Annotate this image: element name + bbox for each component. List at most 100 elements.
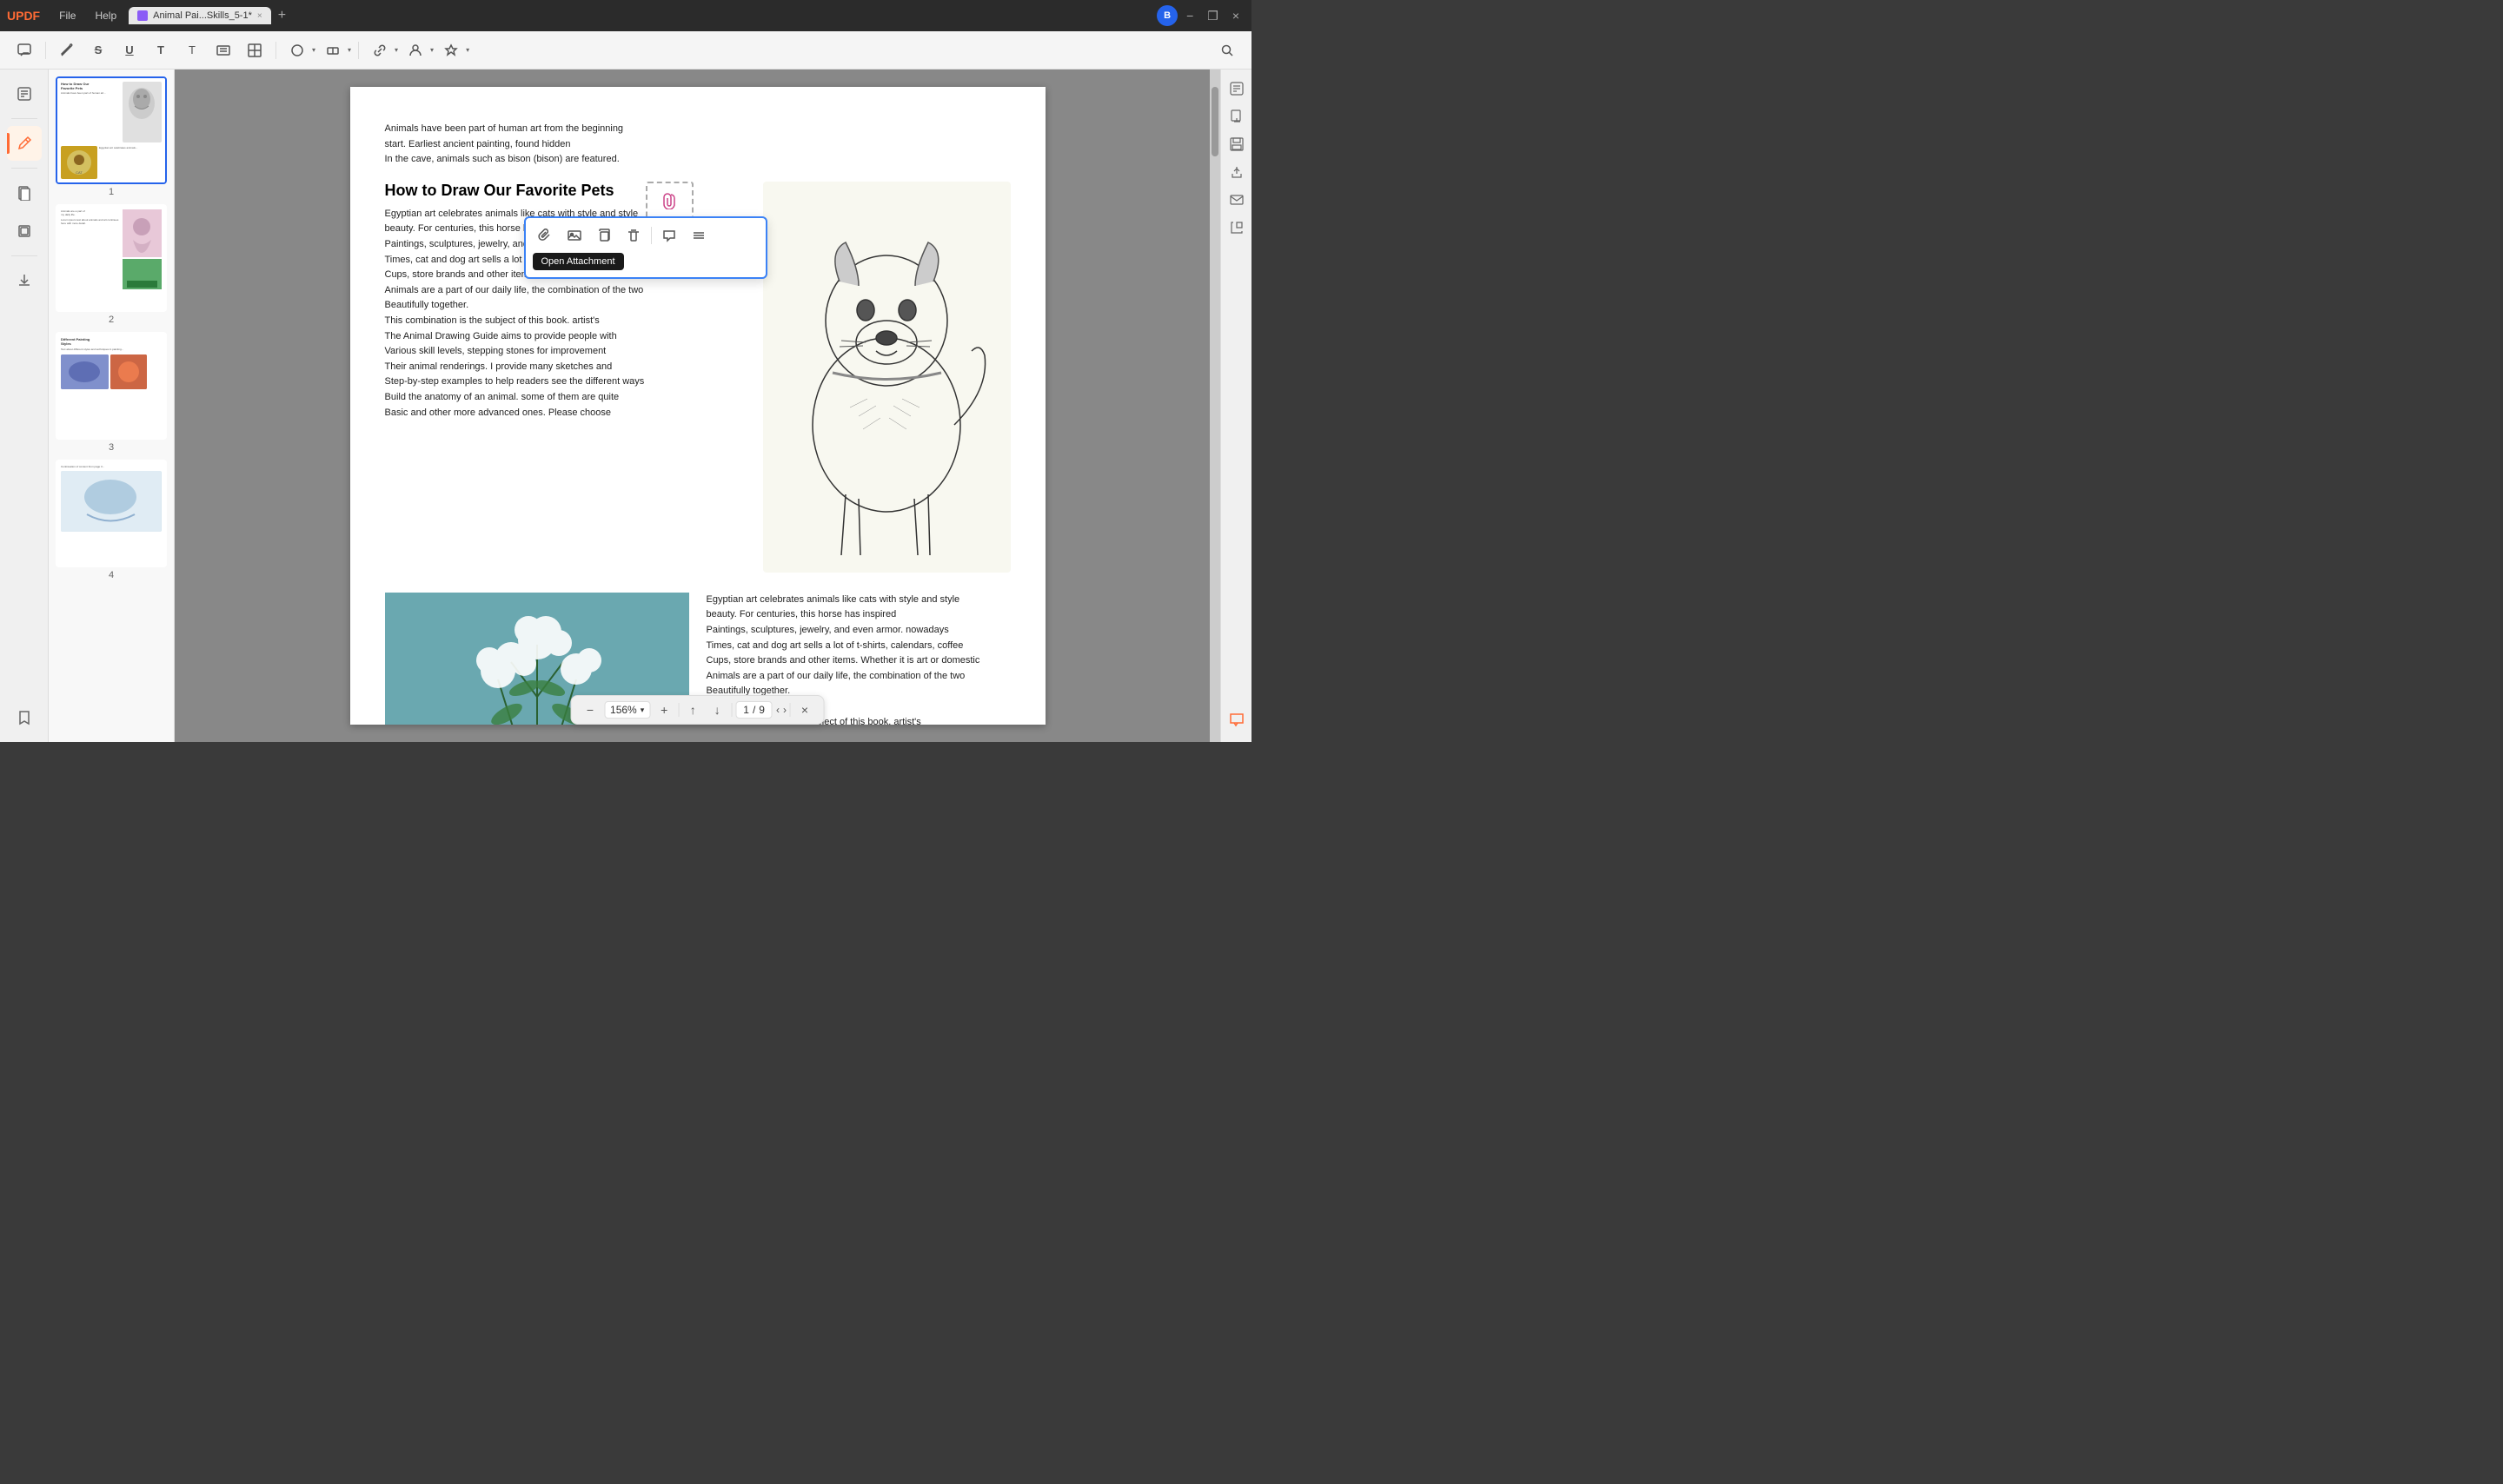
attachment-popup: Open Attachment xyxy=(524,216,767,279)
popup-copy-btn[interactable] xyxy=(590,223,618,248)
sidebar-layers[interactable] xyxy=(7,214,42,248)
page-prev-button[interactable]: ‹ xyxy=(776,704,780,716)
right-chat-icon[interactable] xyxy=(1225,707,1249,732)
popup-image-btn[interactable] xyxy=(561,223,588,248)
scroll-down-button[interactable]: ↓ xyxy=(707,699,727,720)
page-separator: / xyxy=(753,704,755,716)
thumbnail-img-3: Different PaintingStyles Text about diff… xyxy=(56,332,167,440)
stamp-tool[interactable] xyxy=(437,38,465,63)
close-button[interactable]: × xyxy=(1227,9,1245,23)
shape-tool-group[interactable]: ▾ xyxy=(283,38,315,63)
main-area: How to Draw OurFavorite Pets Animals hav… xyxy=(0,70,1252,742)
intro-line-1: Animals have been part of human art from… xyxy=(385,122,1011,137)
user-tool[interactable] xyxy=(402,38,429,63)
user-tool-group[interactable]: ▾ xyxy=(402,38,434,63)
popup-delete-btn[interactable] xyxy=(620,223,647,248)
strikethrough-tool[interactable]: S xyxy=(84,38,112,63)
shape-tool[interactable] xyxy=(283,38,311,63)
main-toolbar: S U T T ▾ ▾ ▾ ▾ ▾ xyxy=(0,31,1252,70)
heading-section: How to Draw Our Favorite Pets xyxy=(385,182,1011,575)
body-line-7: Beautifully together. xyxy=(385,298,746,314)
body-line-13: Build the anatomy of an animal. some of … xyxy=(385,390,746,406)
dog-illustration xyxy=(763,182,1011,573)
popup-comment-btn[interactable] xyxy=(655,223,683,248)
dog-illustration-container xyxy=(763,182,1011,575)
underline-tool[interactable]: U xyxy=(116,38,143,63)
zoom-out-button[interactable]: − xyxy=(580,699,601,720)
popup-properties-btn[interactable] xyxy=(685,223,713,248)
intro-line-2: start. Earliest ancient painting, found … xyxy=(385,137,1011,153)
sidebar-divider-1 xyxy=(11,118,37,119)
scroll-up-button[interactable]: ↑ xyxy=(682,699,703,720)
left-sidebar xyxy=(0,70,49,742)
thumbnail-4[interactable]: Continuation of content from page 3... 4 xyxy=(56,460,167,580)
thumbnail-2[interactable]: Animals are a part ofmy daily life. Lore… xyxy=(56,204,167,325)
popup-sep xyxy=(651,227,652,244)
right-extract-icon[interactable] xyxy=(1225,104,1249,129)
table-tool[interactable] xyxy=(241,38,269,63)
thumbnail-3[interactable]: Different PaintingStyles Text about diff… xyxy=(56,332,167,453)
heading-text: How to Draw Our Favorite Pets xyxy=(385,182,614,199)
textbox-tool[interactable] xyxy=(209,38,237,63)
popup-attach-btn[interactable] xyxy=(531,223,559,248)
attachment-icon xyxy=(661,192,678,209)
user-avatar[interactable]: B xyxy=(1157,5,1178,26)
app-logo: UPDF xyxy=(7,9,40,23)
open-attachment-button[interactable]: Open Attachment xyxy=(533,253,624,270)
zoom-dropdown-icon[interactable]: ▾ xyxy=(641,706,645,715)
link-tool[interactable] xyxy=(366,38,394,63)
maximize-button[interactable]: ❐ xyxy=(1202,9,1224,23)
menu-file[interactable]: File xyxy=(52,8,83,23)
pen-tool[interactable] xyxy=(53,38,81,63)
attachment-dashed-box[interactable] xyxy=(646,182,694,221)
sidebar-bookmark[interactable] xyxy=(7,700,42,735)
right-ocr-icon[interactable] xyxy=(1225,76,1249,101)
scrollbar-track[interactable] xyxy=(1210,70,1220,742)
eraser-tool-group[interactable]: ▾ xyxy=(319,38,351,63)
text-color-tool[interactable]: T xyxy=(147,38,175,63)
right-save-icon[interactable] xyxy=(1225,132,1249,156)
bottom-separator-3 xyxy=(790,703,791,717)
user-dropdown-arrow: ▾ xyxy=(430,46,434,54)
right-share-icon[interactable] xyxy=(1225,160,1249,184)
tab-bar: Animal Pai...Skills_5-1* × + xyxy=(129,7,1152,24)
tab-close[interactable]: × xyxy=(257,11,262,21)
tab-icon xyxy=(137,10,148,21)
page-next-button[interactable]: › xyxy=(783,704,787,716)
thumb-page-num-1: 1 xyxy=(56,187,167,197)
stamp-tool-group[interactable]: ▾ xyxy=(437,38,469,63)
tab-title: Animal Pai...Skills_5-1* xyxy=(153,10,252,21)
close-nav-button[interactable]: × xyxy=(794,699,815,720)
eraser-tool[interactable] xyxy=(319,38,347,63)
sidebar-annotate[interactable] xyxy=(7,126,42,161)
link-tool-group[interactable]: ▾ xyxy=(366,38,398,63)
popup-toolbar xyxy=(529,222,762,249)
separator-1 xyxy=(45,42,46,59)
thumbnail-img-1: How to Draw OurFavorite Pets Animals hav… xyxy=(56,76,167,184)
thumbnail-1[interactable]: How to Draw OurFavorite Pets Animals hav… xyxy=(56,76,167,197)
sidebar-pages[interactable] xyxy=(7,176,42,210)
menu-help[interactable]: Help xyxy=(88,8,123,23)
bottom-separator-1 xyxy=(678,703,679,717)
minimize-button[interactable]: − xyxy=(1181,9,1198,23)
thumbnail-img-2: Animals are a part ofmy daily life. Lore… xyxy=(56,204,167,312)
text-tool[interactable]: T xyxy=(178,38,206,63)
thumbnail-img-4: Continuation of content from page 3... xyxy=(56,460,167,567)
search-button[interactable] xyxy=(1213,38,1241,63)
stamp-dropdown-arrow: ▾ xyxy=(466,46,469,54)
zoom-in-button[interactable]: + xyxy=(654,699,674,720)
new-tab-button[interactable]: + xyxy=(273,8,291,23)
comment-tool[interactable] xyxy=(10,38,38,63)
thumb-page-num-3: 3 xyxy=(56,442,167,453)
thumb-page-num-2: 2 xyxy=(56,315,167,325)
page-total: 9 xyxy=(759,704,765,716)
right-convert-icon[interactable] xyxy=(1225,215,1249,240)
right-email-icon[interactable] xyxy=(1225,188,1249,212)
scrollbar-thumb[interactable] xyxy=(1212,87,1218,156)
sidebar-edit[interactable] xyxy=(7,76,42,111)
bottom-text-2: beauty. For centuries, this horse has in… xyxy=(707,607,1011,623)
active-tab[interactable]: Animal Pai...Skills_5-1* × xyxy=(129,7,271,24)
sidebar-divider-3 xyxy=(11,255,37,256)
sidebar-export[interactable] xyxy=(7,263,42,298)
heading-with-popup: How to Draw Our Favorite Pets xyxy=(385,182,746,200)
